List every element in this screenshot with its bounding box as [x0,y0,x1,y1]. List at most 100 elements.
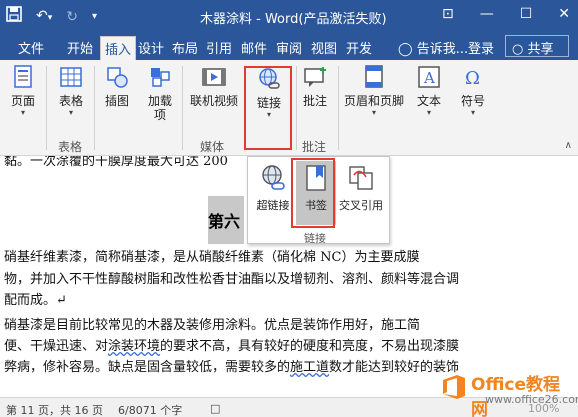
symbols-label: 符号 [460,94,485,108]
hyperlink-label: 超链接 [256,199,290,212]
header-footer-dropdown-arrow: ▾ [371,108,376,117]
doc-p2-line3-b: 施工道 [290,360,330,375]
save-icon[interactable] [6,6,22,27]
separator [94,66,95,150]
addins-button[interactable]: 加载项 [145,64,175,122]
person-icon: ○ [512,42,524,57]
tell-me-label: 告诉我... [416,42,469,57]
tab-view[interactable]: 视图 [311,38,337,57]
separator [182,66,183,150]
link-group-label: 链接 [304,232,326,245]
doc-p2-line2-b: 涂装环境 [108,339,161,354]
table-icon [58,64,84,90]
customize-qat-icon[interactable]: ▾ [92,8,97,26]
symbols-button[interactable]: Ω 符号 ▾ [458,64,488,118]
text-button[interactable]: A 文本 ▾ [414,64,444,118]
video-icon [201,64,227,90]
tell-me-box[interactable]: ◯ 告诉我... [398,38,468,57]
doc-p1-line2: 物，并加入不干性醇酸树脂和改性松香甘油酯以及增韧剂、溶剂、颜料等混合调 [4,272,460,287]
online-video-label: 联机视频 [189,94,238,108]
svg-text:Ω: Ω [465,68,480,89]
minimize-icon[interactable]: — [480,6,494,22]
maximize-icon[interactable]: ☐ [520,6,533,22]
close-icon[interactable]: ✕ [558,6,570,22]
separator [296,66,297,150]
proofing-icon[interactable]: □ [210,402,220,415]
doc-p2-line2-c: 的要求不高，具有较好的硬度和亮度，不易出现漆膜 [160,339,460,354]
watermark-url: www.office26.com [485,393,578,406]
cross-reference-label: 交叉引用 [339,199,383,212]
page-button[interactable]: 页面 ▾ [8,64,38,118]
redo-icon[interactable]: ↻ [66,8,78,26]
tab-layout[interactable]: 布局 [172,38,198,57]
link-highlight-box [244,66,292,150]
share-label: 共享 [527,42,554,57]
doc-p1-line3: 配而成。↵ [4,293,67,308]
word-count[interactable]: 6/8071 个字 [118,402,182,417]
ribbon: 页面 ▾ 表格 ▾ 表格 插图 加载项 联机视频 媒体 链接 ▾ 批注 批注 页… [0,60,578,156]
collapse-ribbon-icon[interactable]: ∧ [565,140,572,151]
illustrations-button[interactable]: 插图 [102,64,132,108]
cross-reference-button[interactable]: 交叉引用 [336,163,386,213]
text-dropdown-arrow: ▾ [426,108,431,117]
text-label: 文本 [416,94,441,108]
office26-watermark: Office教程网 www.office26.com [437,366,578,417]
table-label: 表格 [58,94,83,108]
office-logo-icon [443,375,465,399]
omega-icon: Ω [460,64,486,90]
doc-p1-line1: 硝基纤维素漆，简称硝基漆，是从硝酸纤维素（硝化棉 NC）为主要成膜 [4,250,420,265]
cross-reference-icon [346,163,376,193]
window-title: 木器涂料 - Word(产品激活失败) [200,12,387,27]
tab-design[interactable]: 设计 [138,38,164,57]
hyperlink-icon [258,163,288,193]
group-media-label: 媒体 [200,140,225,154]
lightbulb-icon: ◯ [398,42,413,57]
doc-p2-line3: 弊病，修补容易。缺点是固含量较低，需要较多的施工道数才能达到较好的装饰 [4,358,459,378]
page-icon [10,64,36,90]
header-footer-label: 页眉和页脚 [343,94,404,108]
tab-developer[interactable]: 开发 [346,38,372,57]
separator [46,66,47,150]
window-controls: ⊡ — ☐ ✕ [442,6,570,22]
section-heading: 第六 [208,196,244,244]
addins-icon [147,64,173,90]
comment-button[interactable]: 批注 [300,64,330,108]
doc-p2-line2-a: 便、干燥迅速、对 [4,339,109,354]
table-button[interactable]: 表格 ▾ [56,64,86,118]
tab-mailings[interactable]: 邮件 [241,38,267,57]
share-button[interactable]: ○ 共享 [505,35,569,57]
header-footer-icon [361,64,387,90]
symbols-dropdown-arrow: ▾ [470,108,475,117]
doc-line-0: 黏。一次涂覆的干膜厚度最大可达 200 [4,156,228,169]
separator [338,66,339,150]
addins-label: 加载项 [147,94,172,122]
online-video-button[interactable]: 联机视频 [188,64,240,108]
comment-label: 批注 [302,94,327,108]
doc-p2-line3-a: 弊病，修补容易。缺点是固含量较低，需要较多的 [4,360,291,375]
quick-access-toolbar: ↶▾ ↻ ▾ [6,6,97,27]
hyperlink-button[interactable]: 超链接 [252,163,294,213]
ribbon-tabs: 文件 开始 插入 设计 布局 引用 邮件 审阅 视图 开发 ◯ 告诉我... 登… [0,32,578,60]
comment-icon [302,64,328,90]
login-link[interactable]: 登录 [468,38,494,57]
doc-p2-line1: 硝基漆是目前比较常见的木器及装修用涂料。优点是装饰作用好，施工简 [4,318,421,333]
svg-text:A: A [423,69,435,87]
tab-insert[interactable]: 插入 [100,36,137,60]
page-count[interactable]: 第 11 页，共 16 页 [6,402,103,417]
header-footer-button[interactable]: 页眉和页脚 ▾ [342,64,406,118]
undo-icon[interactable]: ↶▾ [36,7,52,27]
title-bar: ↶▾ ↻ ▾ 木器涂料 - Word(产品激活失败) ⊡ — ☐ ✕ [0,0,578,32]
doc-p2-line2: 便、干燥迅速、对涂装环境的要求不高，具有较好的硬度和亮度，不易出现漆膜 [4,337,459,357]
tab-review[interactable]: 审阅 [276,38,302,57]
group-tables-label: 表格 [58,140,83,154]
ribbon-display-options-icon[interactable]: ⊡ [442,6,454,22]
text-box-icon: A [416,64,442,90]
group-comments-label: 批注 [302,140,327,154]
undo-glyph: ↶ [36,7,48,24]
illustrations-label: 插图 [104,94,129,108]
undo-arrow[interactable]: ▾ [48,9,53,27]
table-dropdown-arrow: ▾ [68,108,73,117]
tab-home[interactable]: 开始 [67,38,93,57]
tab-file[interactable]: 文件 [18,38,44,57]
tab-references[interactable]: 引用 [206,38,232,57]
